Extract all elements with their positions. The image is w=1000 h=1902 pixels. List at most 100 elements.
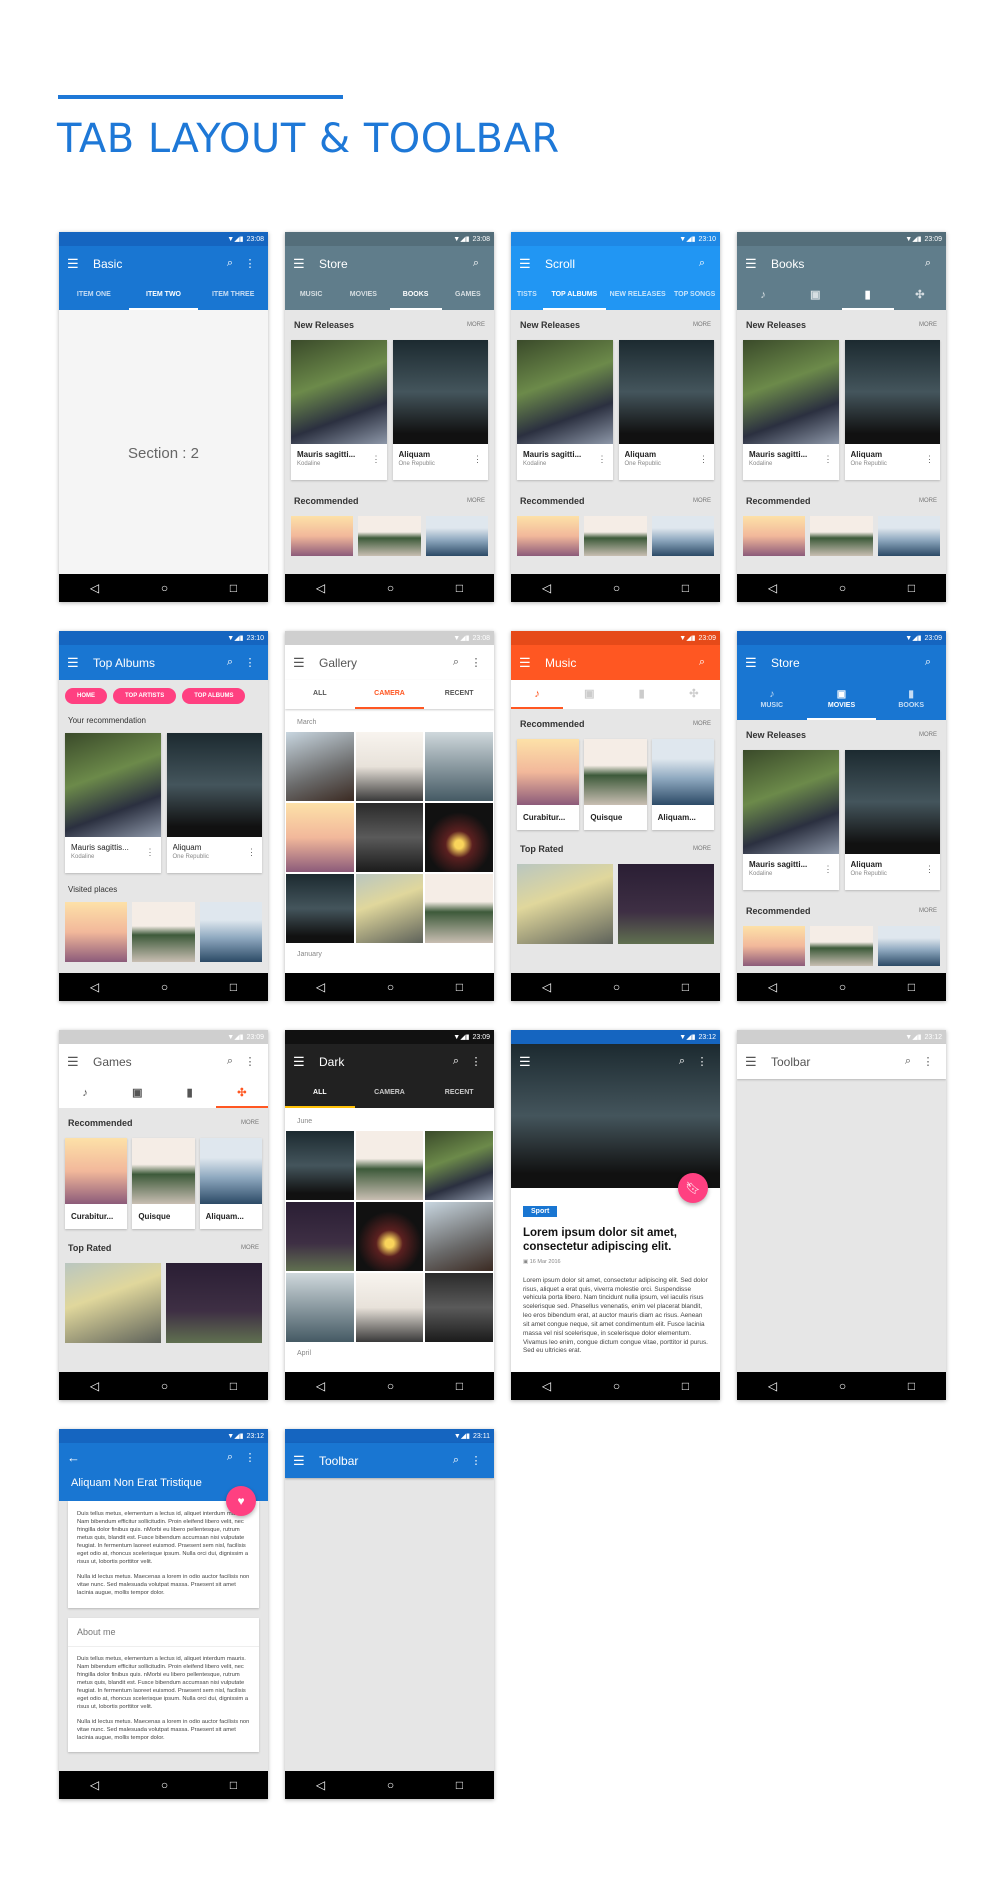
back-icon[interactable]: ◁ xyxy=(768,1379,777,1393)
back-icon[interactable]: ◁ xyxy=(542,980,551,994)
more-vert-icon[interactable]: ⋮ xyxy=(598,454,607,465)
recents-icon[interactable]: □ xyxy=(682,1379,689,1393)
more-vert-icon[interactable]: ⋮ xyxy=(372,454,381,465)
back-icon[interactable]: ◁ xyxy=(768,581,777,595)
photo[interactable] xyxy=(355,803,424,872)
tab-music-icon[interactable]: ♪ xyxy=(59,1079,111,1108)
tab-movies[interactable]: MOVIES xyxy=(337,281,389,310)
thumbnail[interactable] xyxy=(425,516,488,556)
more-vert-icon[interactable]: ⋮ xyxy=(699,454,708,465)
search-icon[interactable]: ⌕ xyxy=(220,257,240,270)
chip-top-artists[interactable]: TOP ARTISTS xyxy=(113,688,177,704)
thumbnail[interactable] xyxy=(743,926,806,966)
menu-icon[interactable]: ☰ xyxy=(519,655,541,671)
photo[interactable] xyxy=(286,732,354,801)
search-icon[interactable]: ⌕ xyxy=(918,656,938,669)
tab-recent[interactable]: RECENT xyxy=(424,1079,494,1108)
thumbnail[interactable] xyxy=(618,864,714,944)
menu-icon[interactable]: ☰ xyxy=(67,655,89,671)
thumbnail[interactable] xyxy=(877,516,940,556)
home-icon[interactable]: ○ xyxy=(161,1379,168,1393)
recents-icon[interactable]: □ xyxy=(456,581,463,595)
home-icon[interactable]: ○ xyxy=(161,980,168,994)
tab-music[interactable]: ♪ MUSIC xyxy=(737,680,807,720)
overflow-menu-icon[interactable]: ⋮ xyxy=(466,656,486,669)
recents-icon[interactable]: □ xyxy=(230,980,237,994)
album-card[interactable]: Aliquam One Republic ⋮ xyxy=(392,340,488,480)
more-button[interactable]: MORE xyxy=(693,846,711,852)
more-button[interactable]: MORE xyxy=(467,498,485,504)
search-icon[interactable]: ⌕ xyxy=(672,1055,692,1068)
menu-icon[interactable]: ☰ xyxy=(519,1054,541,1070)
search-icon[interactable]: ⌕ xyxy=(446,1055,466,1068)
menu-icon[interactable]: ☰ xyxy=(293,1453,315,1469)
tab-item-three[interactable]: ITEM THREE xyxy=(198,281,268,310)
more-button[interactable]: MORE xyxy=(919,732,937,738)
album-card[interactable]: Mauris sagittis... Kodaline ⋮ xyxy=(65,733,161,873)
album-card[interactable]: Mauris sagitti... Kodaline ⋮ xyxy=(743,340,839,480)
more-button[interactable]: MORE xyxy=(693,322,711,328)
more-vert-icon[interactable]: ⋮ xyxy=(247,847,256,858)
search-icon[interactable]: ⌕ xyxy=(692,656,712,669)
back-icon[interactable]: ◁ xyxy=(768,980,777,994)
overflow-menu-icon[interactable]: ⋮ xyxy=(240,1451,260,1464)
photo[interactable] xyxy=(425,803,493,872)
thumbnail[interactable] xyxy=(65,902,128,962)
back-icon[interactable]: ◁ xyxy=(90,980,99,994)
thumbnail[interactable] xyxy=(810,516,873,556)
tab-books-icon[interactable]: ▮ xyxy=(841,281,894,310)
menu-icon[interactable]: ☰ xyxy=(293,1054,315,1070)
bookmark-fab[interactable]: 🔖︎ xyxy=(678,1173,708,1203)
home-icon[interactable]: ○ xyxy=(387,1778,394,1792)
album-card[interactable]: Aliquam One Republic ⋮ xyxy=(844,750,940,890)
menu-icon[interactable]: ☰ xyxy=(67,1054,89,1070)
favorite-fab[interactable]: ♥ xyxy=(226,1486,256,1516)
photo[interactable] xyxy=(286,1131,354,1200)
more-vert-icon[interactable]: ⋮ xyxy=(473,454,482,465)
menu-icon[interactable]: ☰ xyxy=(745,1054,767,1070)
menu-icon[interactable]: ☰ xyxy=(745,256,767,272)
photo[interactable] xyxy=(425,1202,493,1271)
search-icon[interactable]: ⌕ xyxy=(466,257,486,270)
menu-icon[interactable]: ☰ xyxy=(293,256,315,272)
thumbnail[interactable] xyxy=(358,516,421,556)
photo[interactable] xyxy=(425,874,493,943)
home-icon[interactable]: ○ xyxy=(613,980,620,994)
more-vert-icon[interactable]: ⋮ xyxy=(824,864,833,875)
item-card[interactable]: Quisque xyxy=(132,1138,195,1229)
photo[interactable] xyxy=(286,1202,354,1271)
home-icon[interactable]: ○ xyxy=(839,1379,846,1393)
more-vert-icon[interactable]: ⋮ xyxy=(925,864,934,875)
photo[interactable] xyxy=(425,1273,493,1342)
photo[interactable] xyxy=(425,732,493,801)
thumbnail[interactable] xyxy=(291,516,354,556)
more-button[interactable]: MORE xyxy=(241,1120,259,1126)
overflow-menu-icon[interactable]: ⋮ xyxy=(240,257,260,270)
recents-icon[interactable]: □ xyxy=(230,1778,237,1792)
home-icon[interactable]: ○ xyxy=(387,980,394,994)
chip-home[interactable]: HOME xyxy=(65,688,107,704)
thumbnail[interactable] xyxy=(877,926,940,966)
more-button[interactable]: MORE xyxy=(919,498,937,504)
thumbnail[interactable] xyxy=(132,902,195,962)
photo[interactable] xyxy=(355,1273,424,1342)
thumbnail[interactable] xyxy=(517,864,613,944)
tab-all[interactable]: ALL xyxy=(285,680,355,709)
photo[interactable] xyxy=(286,803,354,872)
recents-icon[interactable]: □ xyxy=(230,1379,237,1393)
item-card[interactable]: Aliquam... xyxy=(651,739,714,830)
back-icon[interactable]: ◁ xyxy=(316,1778,325,1792)
photo[interactable] xyxy=(355,1202,424,1271)
tab-games[interactable]: GAMES xyxy=(442,281,494,310)
more-button[interactable]: MORE xyxy=(919,908,937,914)
home-icon[interactable]: ○ xyxy=(613,581,620,595)
menu-icon[interactable]: ☰ xyxy=(293,655,315,671)
back-icon[interactable]: ◁ xyxy=(316,581,325,595)
tab-books[interactable]: BOOKS xyxy=(389,281,442,310)
tab-movies-icon[interactable]: ▣ xyxy=(563,680,615,709)
tab-camera[interactable]: CAMERA xyxy=(355,1079,425,1108)
thumbnail[interactable] xyxy=(517,516,580,556)
recents-icon[interactable]: □ xyxy=(456,1379,463,1393)
home-icon[interactable]: ○ xyxy=(839,980,846,994)
more-vert-icon[interactable]: ⋮ xyxy=(925,454,934,465)
